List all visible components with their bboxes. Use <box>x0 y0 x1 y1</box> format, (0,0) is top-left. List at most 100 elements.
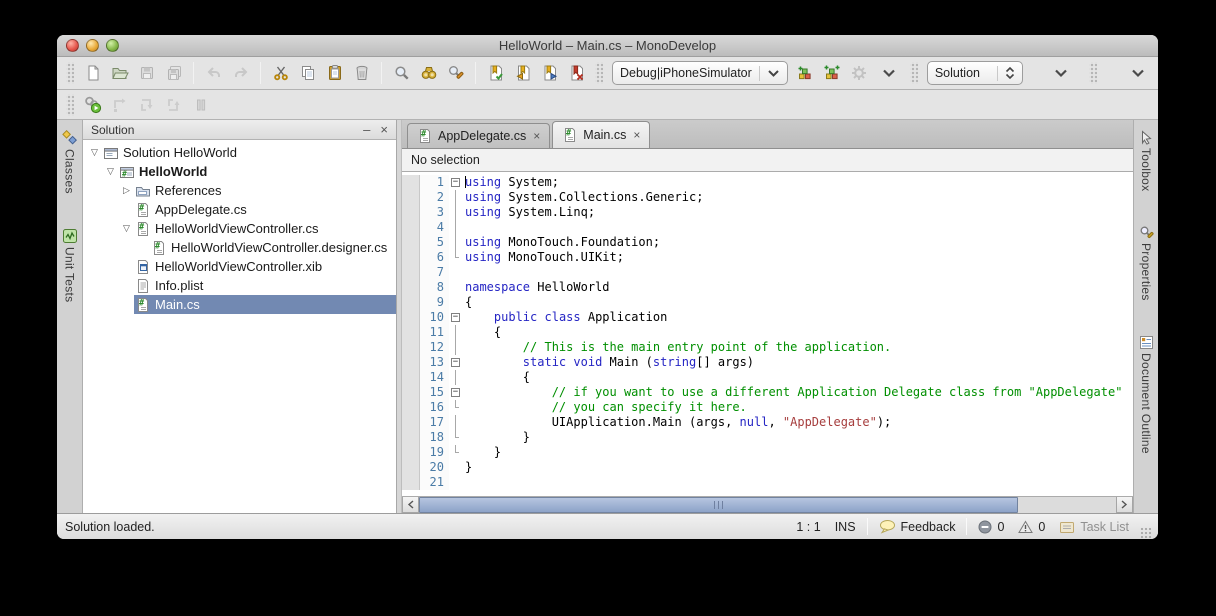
paste-icon[interactable] <box>321 60 348 86</box>
dock-tab-properties[interactable]: Properties <box>1139 225 1154 301</box>
tree-item[interactable]: #HelloWorldViewController.designer.cs <box>83 238 396 257</box>
scrollbar-track[interactable] <box>419 497 1116 513</box>
tree-item-content[interactable]: #HelloWorldViewController.designer.cs <box>150 238 396 257</box>
next-bookmark-icon[interactable] <box>536 60 563 86</box>
toolbar-grip[interactable] <box>910 62 918 84</box>
find-in-files-icon[interactable] <box>415 60 442 86</box>
task-list-button[interactable]: Task List <box>1059 520 1129 534</box>
configuration-dropdown[interactable]: Debug|iPhoneSimulator <box>612 61 788 85</box>
close-tab-icon[interactable]: × <box>633 128 640 142</box>
tree-item-content[interactable]: #Main.cs <box>134 295 396 314</box>
toolbar-overflow-chevron-icon[interactable] <box>1130 68 1146 79</box>
toolbar-grip[interactable] <box>66 62 74 84</box>
tree-item[interactable]: #AppDelegate.cs <box>83 200 396 219</box>
code-line[interactable]: 16 // you can specify it here. <box>402 400 1133 415</box>
code-line[interactable]: 7 <box>402 265 1133 280</box>
code-line[interactable]: 19 } <box>402 445 1133 460</box>
code-line[interactable]: 17 UIApplication.Main (args, null, "AppD… <box>402 415 1133 430</box>
save-icon[interactable] <box>133 60 160 86</box>
feedback-button[interactable]: Feedback <box>879 519 956 534</box>
gear-icon[interactable] <box>846 60 873 86</box>
toolbar-grip[interactable] <box>595 62 603 84</box>
dock-tab-toolbox[interactable]: Toolbox <box>1139 130 1154 191</box>
dock-tab-classes[interactable]: Classes <box>61 130 78 194</box>
tree-item-content[interactable]: Info.plist <box>134 276 396 295</box>
scrollbar-thumb[interactable] <box>419 497 1018 513</box>
code-line[interactable]: 4 <box>402 220 1133 235</box>
scroll-right-button[interactable] <box>1116 497 1133 513</box>
dock-tab-document-outline[interactable]: Document Outline <box>1139 335 1154 454</box>
breadcrumb[interactable]: No selection <box>402 149 1133 172</box>
code-line[interactable]: 15− // if you want to use a different Ap… <box>402 385 1133 400</box>
tree-item-content[interactable]: References <box>134 181 396 200</box>
tree-item[interactable]: HelloWorldViewController.xib <box>83 257 396 276</box>
code-line[interactable]: 10− public class Application <box>402 310 1133 325</box>
fold-marker-icon[interactable]: − <box>449 310 462 325</box>
search-icon[interactable] <box>388 60 415 86</box>
clear-bookmarks-icon[interactable] <box>563 60 590 86</box>
delete-icon[interactable] <box>348 60 375 86</box>
expander-icon[interactable]: ▽ <box>119 223 134 234</box>
minimize-pad-button[interactable]: – <box>363 123 370 136</box>
expander-icon[interactable]: ▽ <box>103 166 118 177</box>
step-over-icon[interactable] <box>106 92 133 118</box>
code-line[interactable]: 3using System.Linq; <box>402 205 1133 220</box>
code-line[interactable]: 6using MonoTouch.UIKit; <box>402 250 1133 265</box>
cut-icon[interactable] <box>267 60 294 86</box>
code-line[interactable]: 21 <box>402 475 1133 490</box>
undo-icon[interactable] <box>200 60 227 86</box>
tree-item-content[interactable]: Solution HelloWorld <box>102 143 396 162</box>
debug-run-icon[interactable] <box>79 92 106 118</box>
code-line[interactable]: 20} <box>402 460 1133 475</box>
new-file-icon[interactable] <box>79 60 106 86</box>
tree-item-content[interactable]: HelloWorldViewController.xib <box>134 257 396 276</box>
toolbar-overflow-chevron-icon[interactable] <box>881 68 897 79</box>
error-count[interactable]: 0 <box>978 520 1004 534</box>
target-dropdown[interactable]: Solution <box>927 61 1023 85</box>
code-line[interactable]: 14 { <box>402 370 1133 385</box>
tree-item-content[interactable]: #HelloWorld <box>118 162 396 181</box>
warning-count[interactable]: 0 <box>1018 520 1045 534</box>
fold-marker-icon[interactable]: − <box>449 175 462 190</box>
editor-tab[interactable]: #Main.cs× <box>552 121 650 148</box>
tree-item[interactable]: ▽#HelloWorld <box>83 162 396 181</box>
code-line[interactable]: 8namespace HelloWorld <box>402 280 1133 295</box>
code-editor[interactable]: 1−using System;2using System.Collections… <box>402 172 1133 496</box>
code-line[interactable]: 9{ <box>402 295 1133 310</box>
close-tab-icon[interactable]: × <box>533 129 540 143</box>
code-line[interactable]: 13− static void Main (string[] args) <box>402 355 1133 370</box>
scroll-left-button[interactable] <box>402 497 419 513</box>
new-objects-icon[interactable] <box>819 60 846 86</box>
tree-item[interactable]: Info.plist <box>83 276 396 295</box>
open-file-icon[interactable] <box>106 60 133 86</box>
toolbar-overflow-chevron-icon[interactable] <box>1053 68 1069 79</box>
title-bar[interactable]: HelloWorld – Main.cs – MonoDevelop <box>57 35 1158 57</box>
new-object-icon[interactable] <box>792 60 819 86</box>
find-replace-icon[interactable] <box>442 60 469 86</box>
dock-tab-unit-tests[interactable]: Unit Tests <box>62 228 78 302</box>
code-line[interactable]: 2using System.Collections.Generic; <box>402 190 1133 205</box>
fold-marker-icon[interactable]: − <box>449 355 462 370</box>
code-line[interactable]: 12 // This is the main entry point of th… <box>402 340 1133 355</box>
expander-icon[interactable]: ▷ <box>119 185 134 196</box>
code-line[interactable]: 11 { <box>402 325 1133 340</box>
tree-item[interactable]: ▽#HelloWorldViewController.cs <box>83 219 396 238</box>
fold-marker-icon[interactable]: − <box>449 385 462 400</box>
toolbar-grip[interactable] <box>66 94 74 116</box>
toolbar-grip[interactable] <box>1089 62 1097 84</box>
close-pad-button[interactable]: × <box>380 123 388 136</box>
redo-icon[interactable] <box>227 60 254 86</box>
save-all-icon[interactable] <box>160 60 187 86</box>
tree-item[interactable]: ▷References <box>83 181 396 200</box>
copy-icon[interactable] <box>294 60 321 86</box>
step-out-icon[interactable] <box>160 92 187 118</box>
code-line[interactable]: 1−using System; <box>402 175 1133 190</box>
toggle-bookmark-icon[interactable] <box>482 60 509 86</box>
window-resize-grip[interactable] <box>1140 527 1152 539</box>
step-into-icon[interactable] <box>133 92 160 118</box>
tree-item-content[interactable]: #HelloWorldViewController.cs <box>134 219 396 238</box>
code-line[interactable]: 5using MonoTouch.Foundation; <box>402 235 1133 250</box>
pause-icon[interactable] <box>187 92 214 118</box>
expander-icon[interactable]: ▽ <box>87 147 102 158</box>
previous-bookmark-icon[interactable] <box>509 60 536 86</box>
